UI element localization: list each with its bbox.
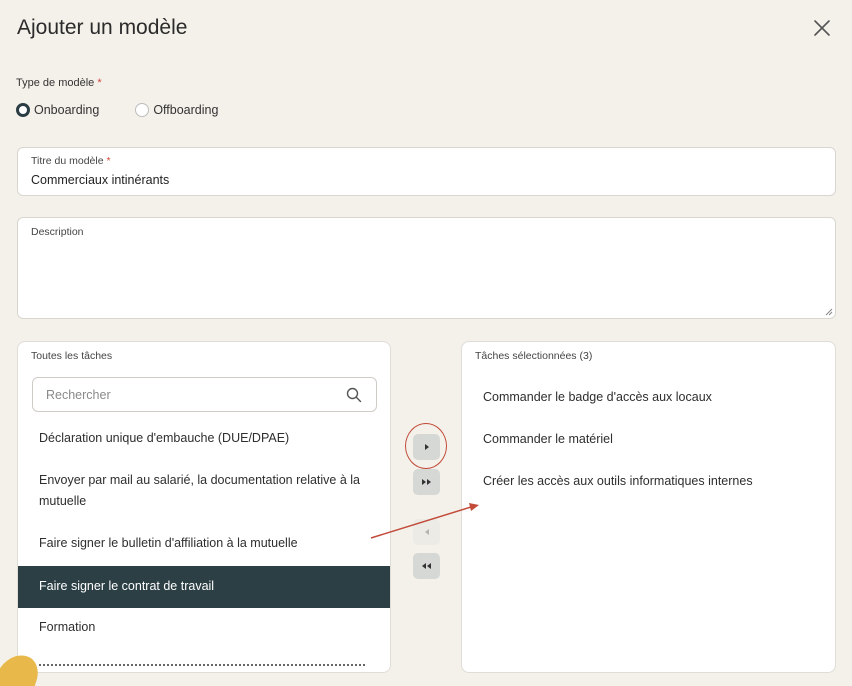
search-icon[interactable] (346, 387, 362, 403)
close-icon[interactable] (812, 18, 832, 38)
move-left-button[interactable] (413, 519, 440, 545)
model-title-field[interactable]: Titre du modèle * Commerciaux intinérant… (17, 147, 836, 196)
list-item-selected[interactable]: Faire signer le contrat de travail (18, 566, 390, 608)
required-mark: * (97, 77, 102, 89)
list-item[interactable]: Commander le matériel (462, 429, 835, 450)
all-tasks-panel: Toutes les tâches Rechercher Déclaration… (17, 341, 391, 673)
list-item-selected-label: Faire signer le contrat de travail (39, 579, 215, 593)
selected-tasks-title: Tâches sélectionnées (3) (475, 350, 593, 362)
double-chevron-left-icon (421, 563, 431, 569)
description-label: Description (31, 226, 84, 238)
task-search-input[interactable]: Rechercher (32, 377, 377, 412)
required-mark: * (106, 155, 111, 167)
radio-onboarding[interactable]: Onboarding (16, 103, 99, 117)
list-item[interactable]: Commander le badge d'accès aux locaux (462, 387, 835, 408)
list-item[interactable]: Envoyer par mail au salarié, la document… (18, 470, 390, 512)
radio-offboarding-indicator[interactable] (135, 103, 150, 117)
resize-handle-icon[interactable] (825, 308, 833, 316)
model-title-label: Titre du modèle * (31, 155, 111, 167)
radio-onboarding-label: Onboarding (34, 103, 100, 117)
annotation-circle (405, 423, 447, 469)
partially-hidden-list-item (39, 660, 365, 668)
model-type-label: Type de modèle * (16, 77, 102, 89)
list-item[interactable]: Formation (18, 617, 390, 638)
model-title-label-text: Titre du modèle (31, 155, 104, 167)
list-item[interactable]: Faire signer le bulletin d'affiliation à… (18, 533, 390, 554)
selected-tasks-panel: Tâches sélectionnées (3) Commander le ba… (461, 341, 836, 673)
radio-offboarding[interactable]: Offboarding (135, 103, 218, 117)
list-item[interactable]: Créer les accès aux outils informatiques… (462, 471, 835, 492)
search-placeholder: Rechercher (46, 388, 111, 402)
radio-onboarding-indicator[interactable] (16, 103, 30, 117)
all-tasks-title: Toutes les tâches (31, 350, 113, 362)
model-title-input[interactable]: Commerciaux intinérants (31, 173, 169, 187)
double-chevron-right-icon (421, 479, 431, 485)
chevron-left-icon (424, 529, 429, 535)
description-field[interactable]: Description (17, 217, 836, 319)
move-all-right-button[interactable] (413, 469, 440, 495)
radio-offboarding-label: Offboarding (153, 103, 219, 117)
model-type-radio-group: Onboarding Offboarding (16, 103, 218, 117)
partially-hidden-text (39, 664, 365, 668)
model-type-label-text: Type de modèle (16, 77, 95, 89)
list-item[interactable]: Déclaration unique d'embauche (DUE/DPAE) (18, 428, 390, 449)
move-all-left-button[interactable] (413, 553, 440, 579)
page-title: Ajouter un modèle (17, 16, 188, 39)
